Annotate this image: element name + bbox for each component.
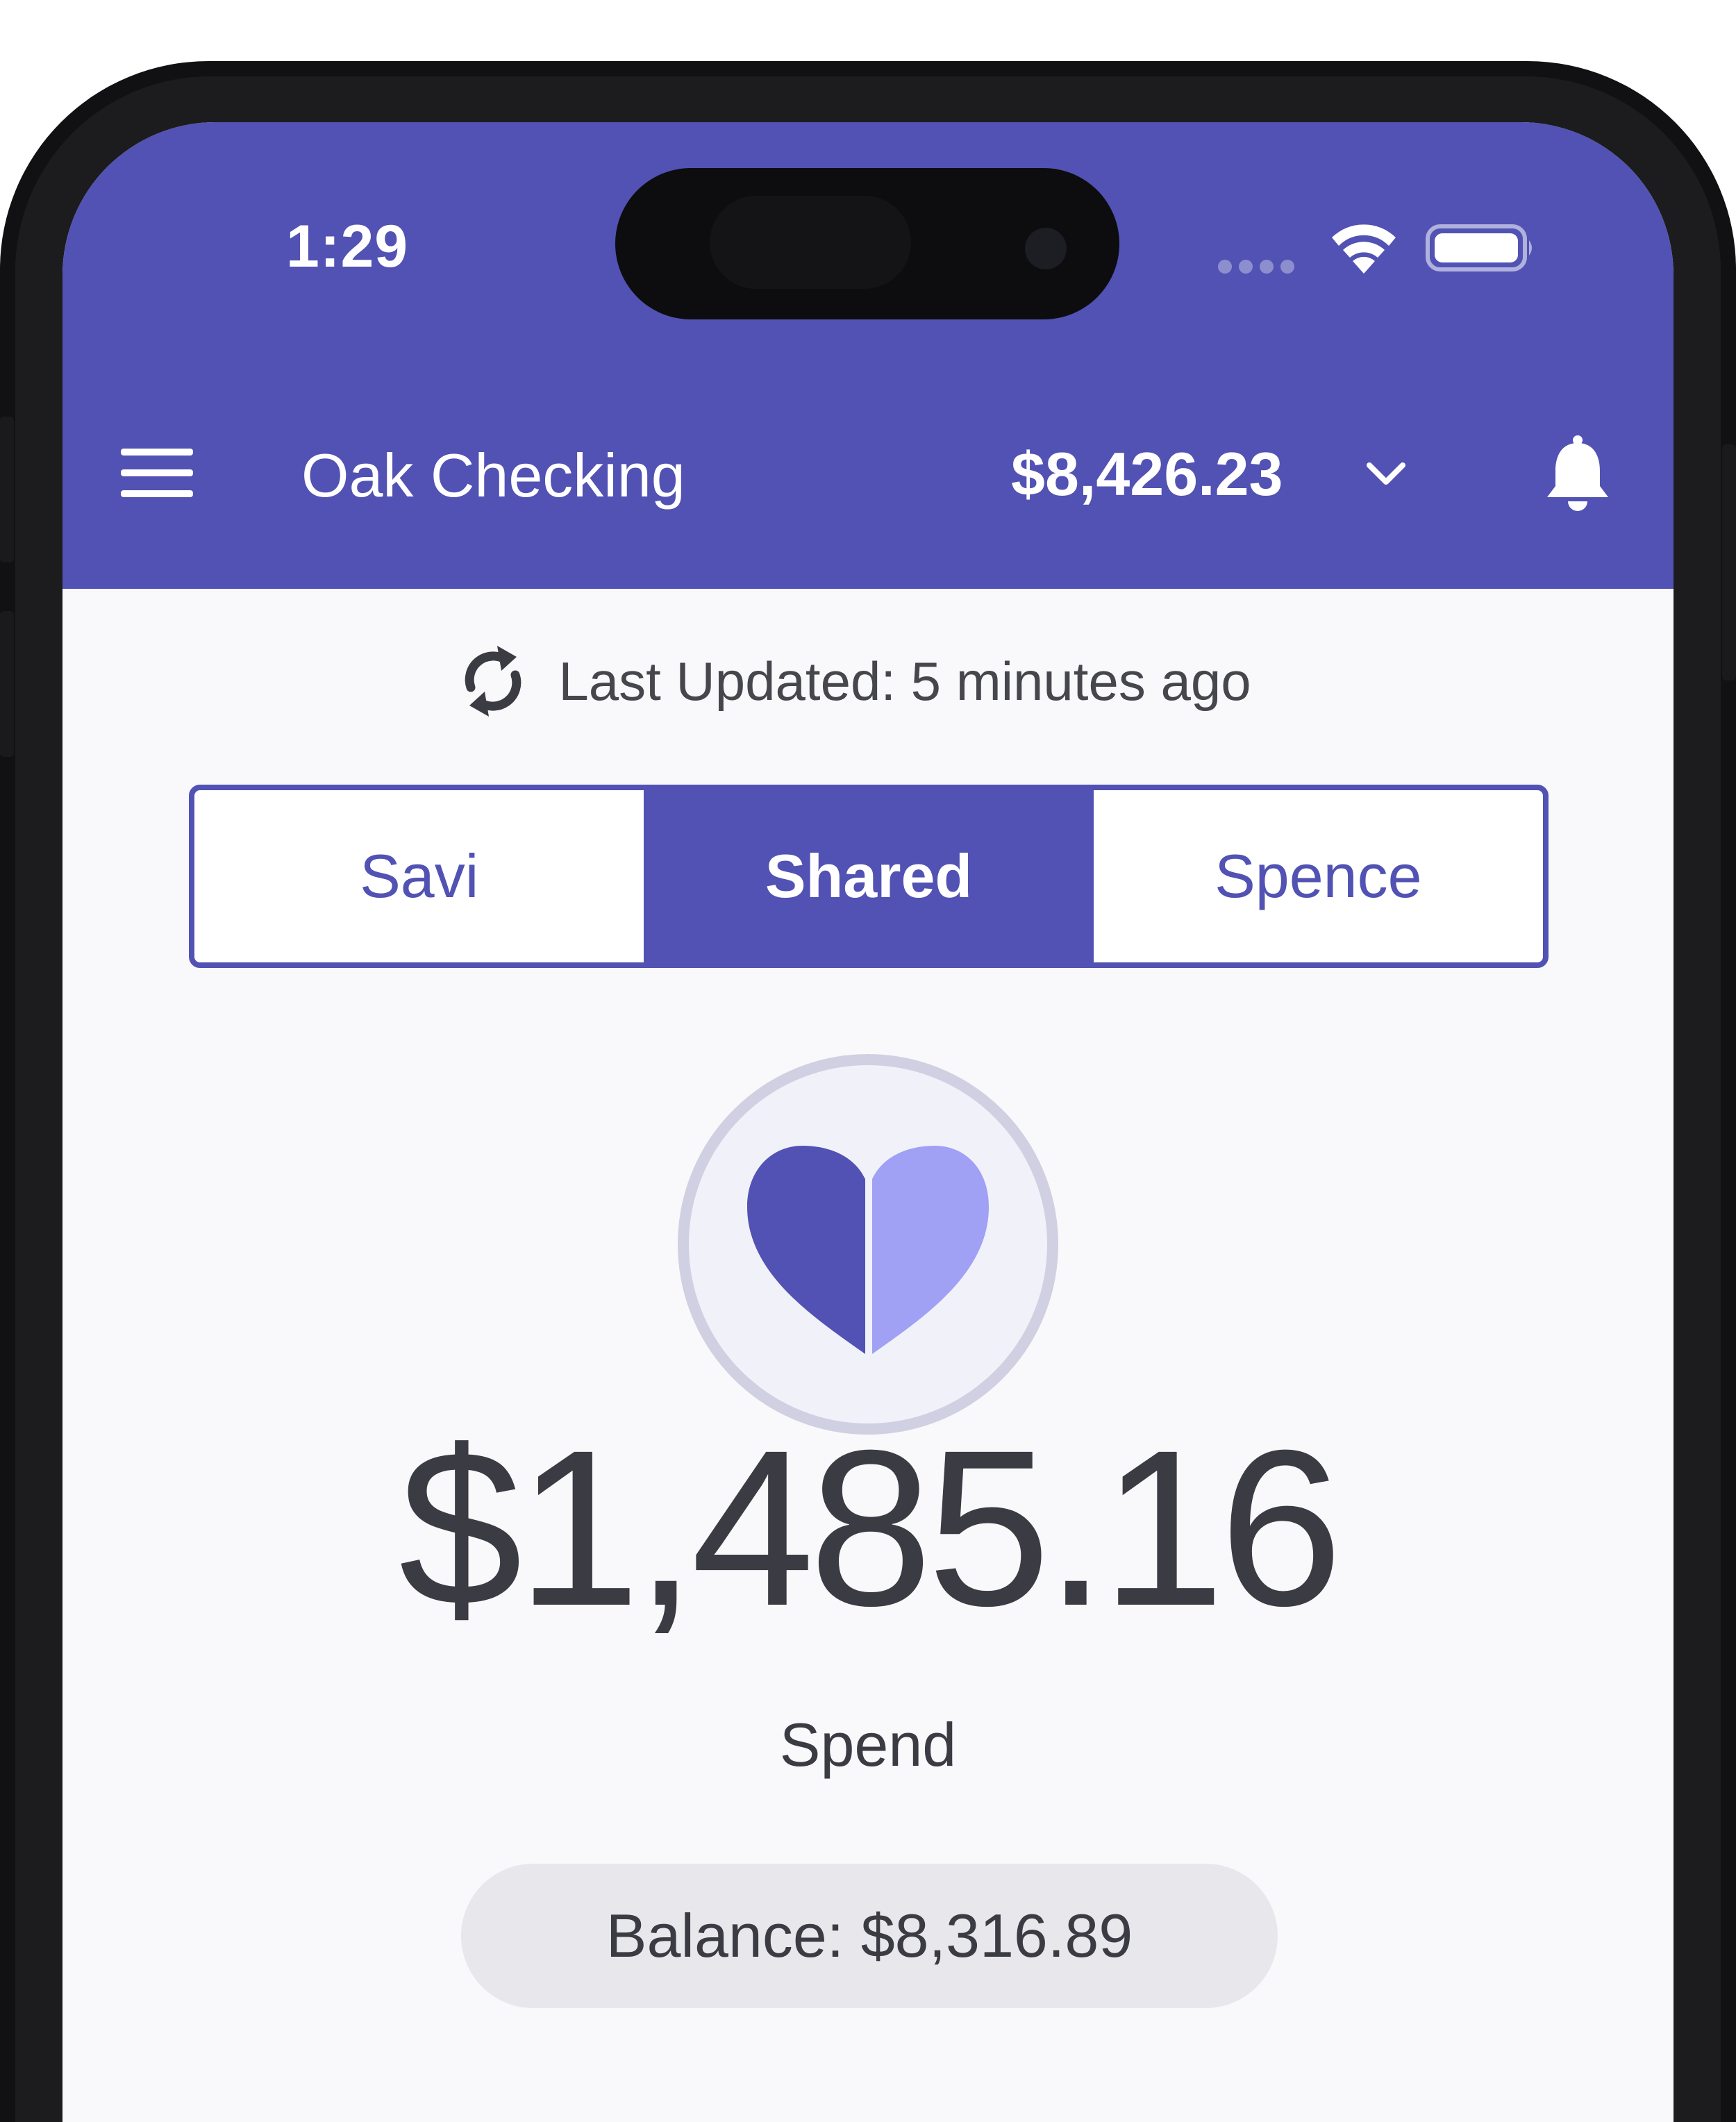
refresh-icon[interactable]: [456, 636, 531, 726]
heart-icon: [747, 1146, 989, 1354]
chevron-down-icon[interactable]: [1364, 458, 1408, 489]
app-screenshot: 1:29 Oak Checking $8,426.23 Last Updated…: [0, 0, 1736, 2122]
volume-button: [0, 417, 14, 562]
volume-button: [0, 611, 14, 757]
hamburger-menu-icon[interactable]: [121, 449, 193, 499]
front-camera: [1025, 228, 1067, 269]
shared-avatar: [678, 1054, 1058, 1435]
tab-shared[interactable]: Shared: [644, 790, 1094, 962]
last-updated-text: Last Updated: 5 minutes ago: [558, 650, 1251, 712]
island-sensor: [710, 196, 911, 289]
account-name[interactable]: Oak Checking: [301, 440, 685, 511]
spend-label: Spend: [779, 1710, 957, 1779]
cellular-signal-icon: [1218, 260, 1294, 274]
balance-badge: Balance: $8,316.89: [461, 1864, 1278, 2008]
status-time: 1:29: [286, 213, 409, 280]
tab-spence[interactable]: Spence: [1094, 790, 1543, 962]
wifi-icon: [1332, 224, 1396, 274]
last-updated-row: Last Updated: 5 minutes ago: [62, 636, 1674, 726]
side-button: [1722, 444, 1736, 680]
phone-screen: 1:29 Oak Checking $8,426.23 Last Updated…: [62, 122, 1674, 2122]
bell-icon[interactable]: [1544, 435, 1611, 514]
account-total[interactable]: $8,426.23: [1011, 439, 1283, 510]
spend-amount: $1,485.16: [399, 1403, 1343, 1652]
tab-savi[interactable]: Savi: [194, 790, 644, 962]
person-segmented-control: Savi Shared Spence: [189, 785, 1549, 968]
balance-text: Balance: $8,316.89: [606, 1901, 1133, 1970]
battery-icon: [1426, 224, 1532, 271]
dynamic-island: [615, 168, 1119, 319]
